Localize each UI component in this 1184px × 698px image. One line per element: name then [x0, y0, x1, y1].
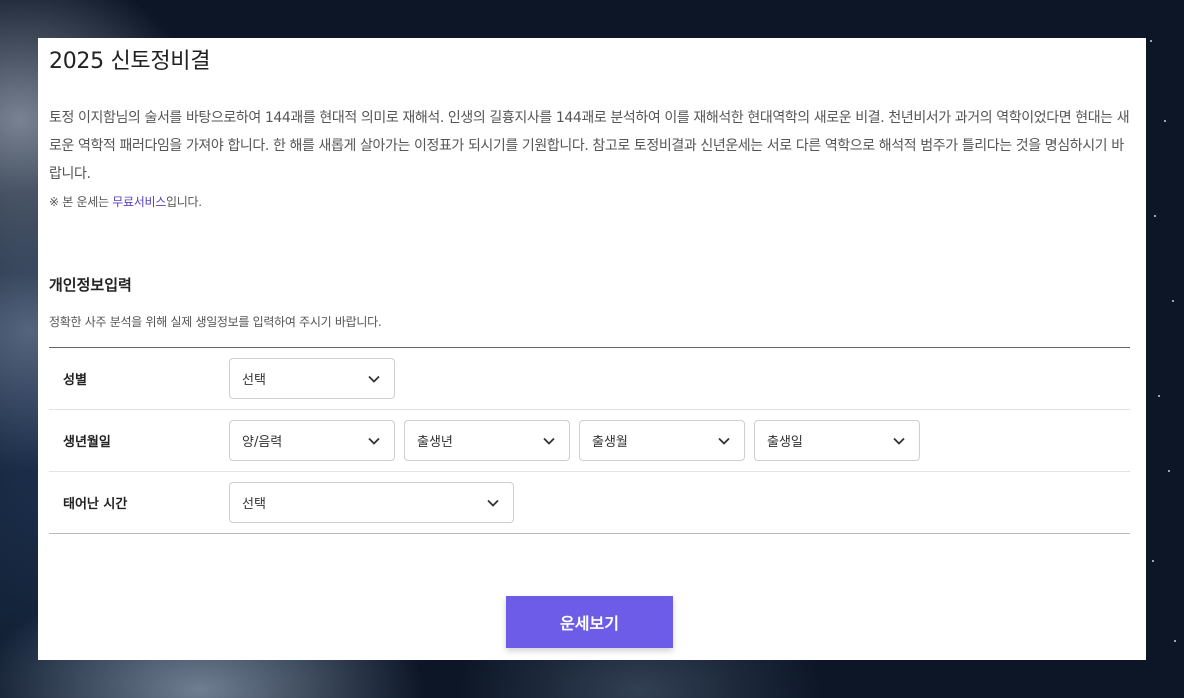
gender-row: 성별 선택 — [49, 348, 1130, 410]
birth-month-select[interactable]: 출생월 — [579, 420, 745, 461]
intro-description: 토정 이지함님의 술서를 바탕으로하여 144괘를 현대적 의미로 재해석. 인… — [49, 110, 1130, 182]
birth-day-select[interactable]: 출생일 — [754, 420, 920, 461]
chevron-down-icon — [893, 437, 905, 445]
section-title: 개인정보입력 — [49, 276, 132, 294]
birth-year-select[interactable]: 출생년 — [404, 420, 570, 461]
birth-year-value: 출생년 — [417, 435, 453, 450]
birth-day-value: 출생일 — [767, 435, 803, 450]
chevron-down-icon — [487, 499, 499, 507]
birth-time-label: 태어난 시간 — [63, 497, 128, 512]
gender-label: 성별 — [63, 373, 87, 388]
gender-select[interactable]: 선택 — [229, 358, 395, 399]
fortune-panel: 2025 신토정비결 토정 이지함님의 술서를 바탕으로하여 144괘를 현대적… — [38, 38, 1146, 660]
birth-time-row: 태어난 시간 선택 — [49, 472, 1130, 534]
starfield — [1144, 0, 1184, 698]
birthdate-label: 생년월일 — [63, 435, 111, 450]
page-title: 2025 신토정비결 — [49, 49, 211, 74]
free-service-link[interactable]: 무료서비스 — [112, 195, 166, 209]
calendar-type-select[interactable]: 양/음력 — [229, 420, 395, 461]
note-suffix: 입니다. — [165, 195, 202, 209]
chevron-down-icon — [368, 437, 380, 445]
calendar-type-value: 양/음력 — [242, 435, 283, 450]
birth-month-value: 출생월 — [592, 435, 628, 450]
chevron-down-icon — [368, 375, 380, 383]
birth-time-select[interactable]: 선택 — [229, 482, 514, 523]
personal-info-form: 성별 선택 생년월일 양/음력 출생년 출생월 출생일 태어난 시간 선택 — [49, 347, 1130, 534]
gender-select-value: 선택 — [242, 373, 266, 388]
birth-time-value: 선택 — [242, 497, 266, 512]
free-service-note: ※ 본 운세는 무료서비스입니다. — [49, 193, 202, 210]
birthdate-row: 생년월일 양/음력 출생년 출생월 출생일 — [49, 410, 1130, 472]
chevron-down-icon — [718, 437, 730, 445]
section-subtitle: 정확한 사주 분석을 위해 실제 생일정보를 입력하여 주시기 바랍니다. — [49, 315, 382, 329]
view-fortune-button[interactable]: 운세보기 — [506, 596, 673, 648]
chevron-down-icon — [543, 437, 555, 445]
note-prefix: ※ 본 운세는 — [49, 195, 113, 209]
